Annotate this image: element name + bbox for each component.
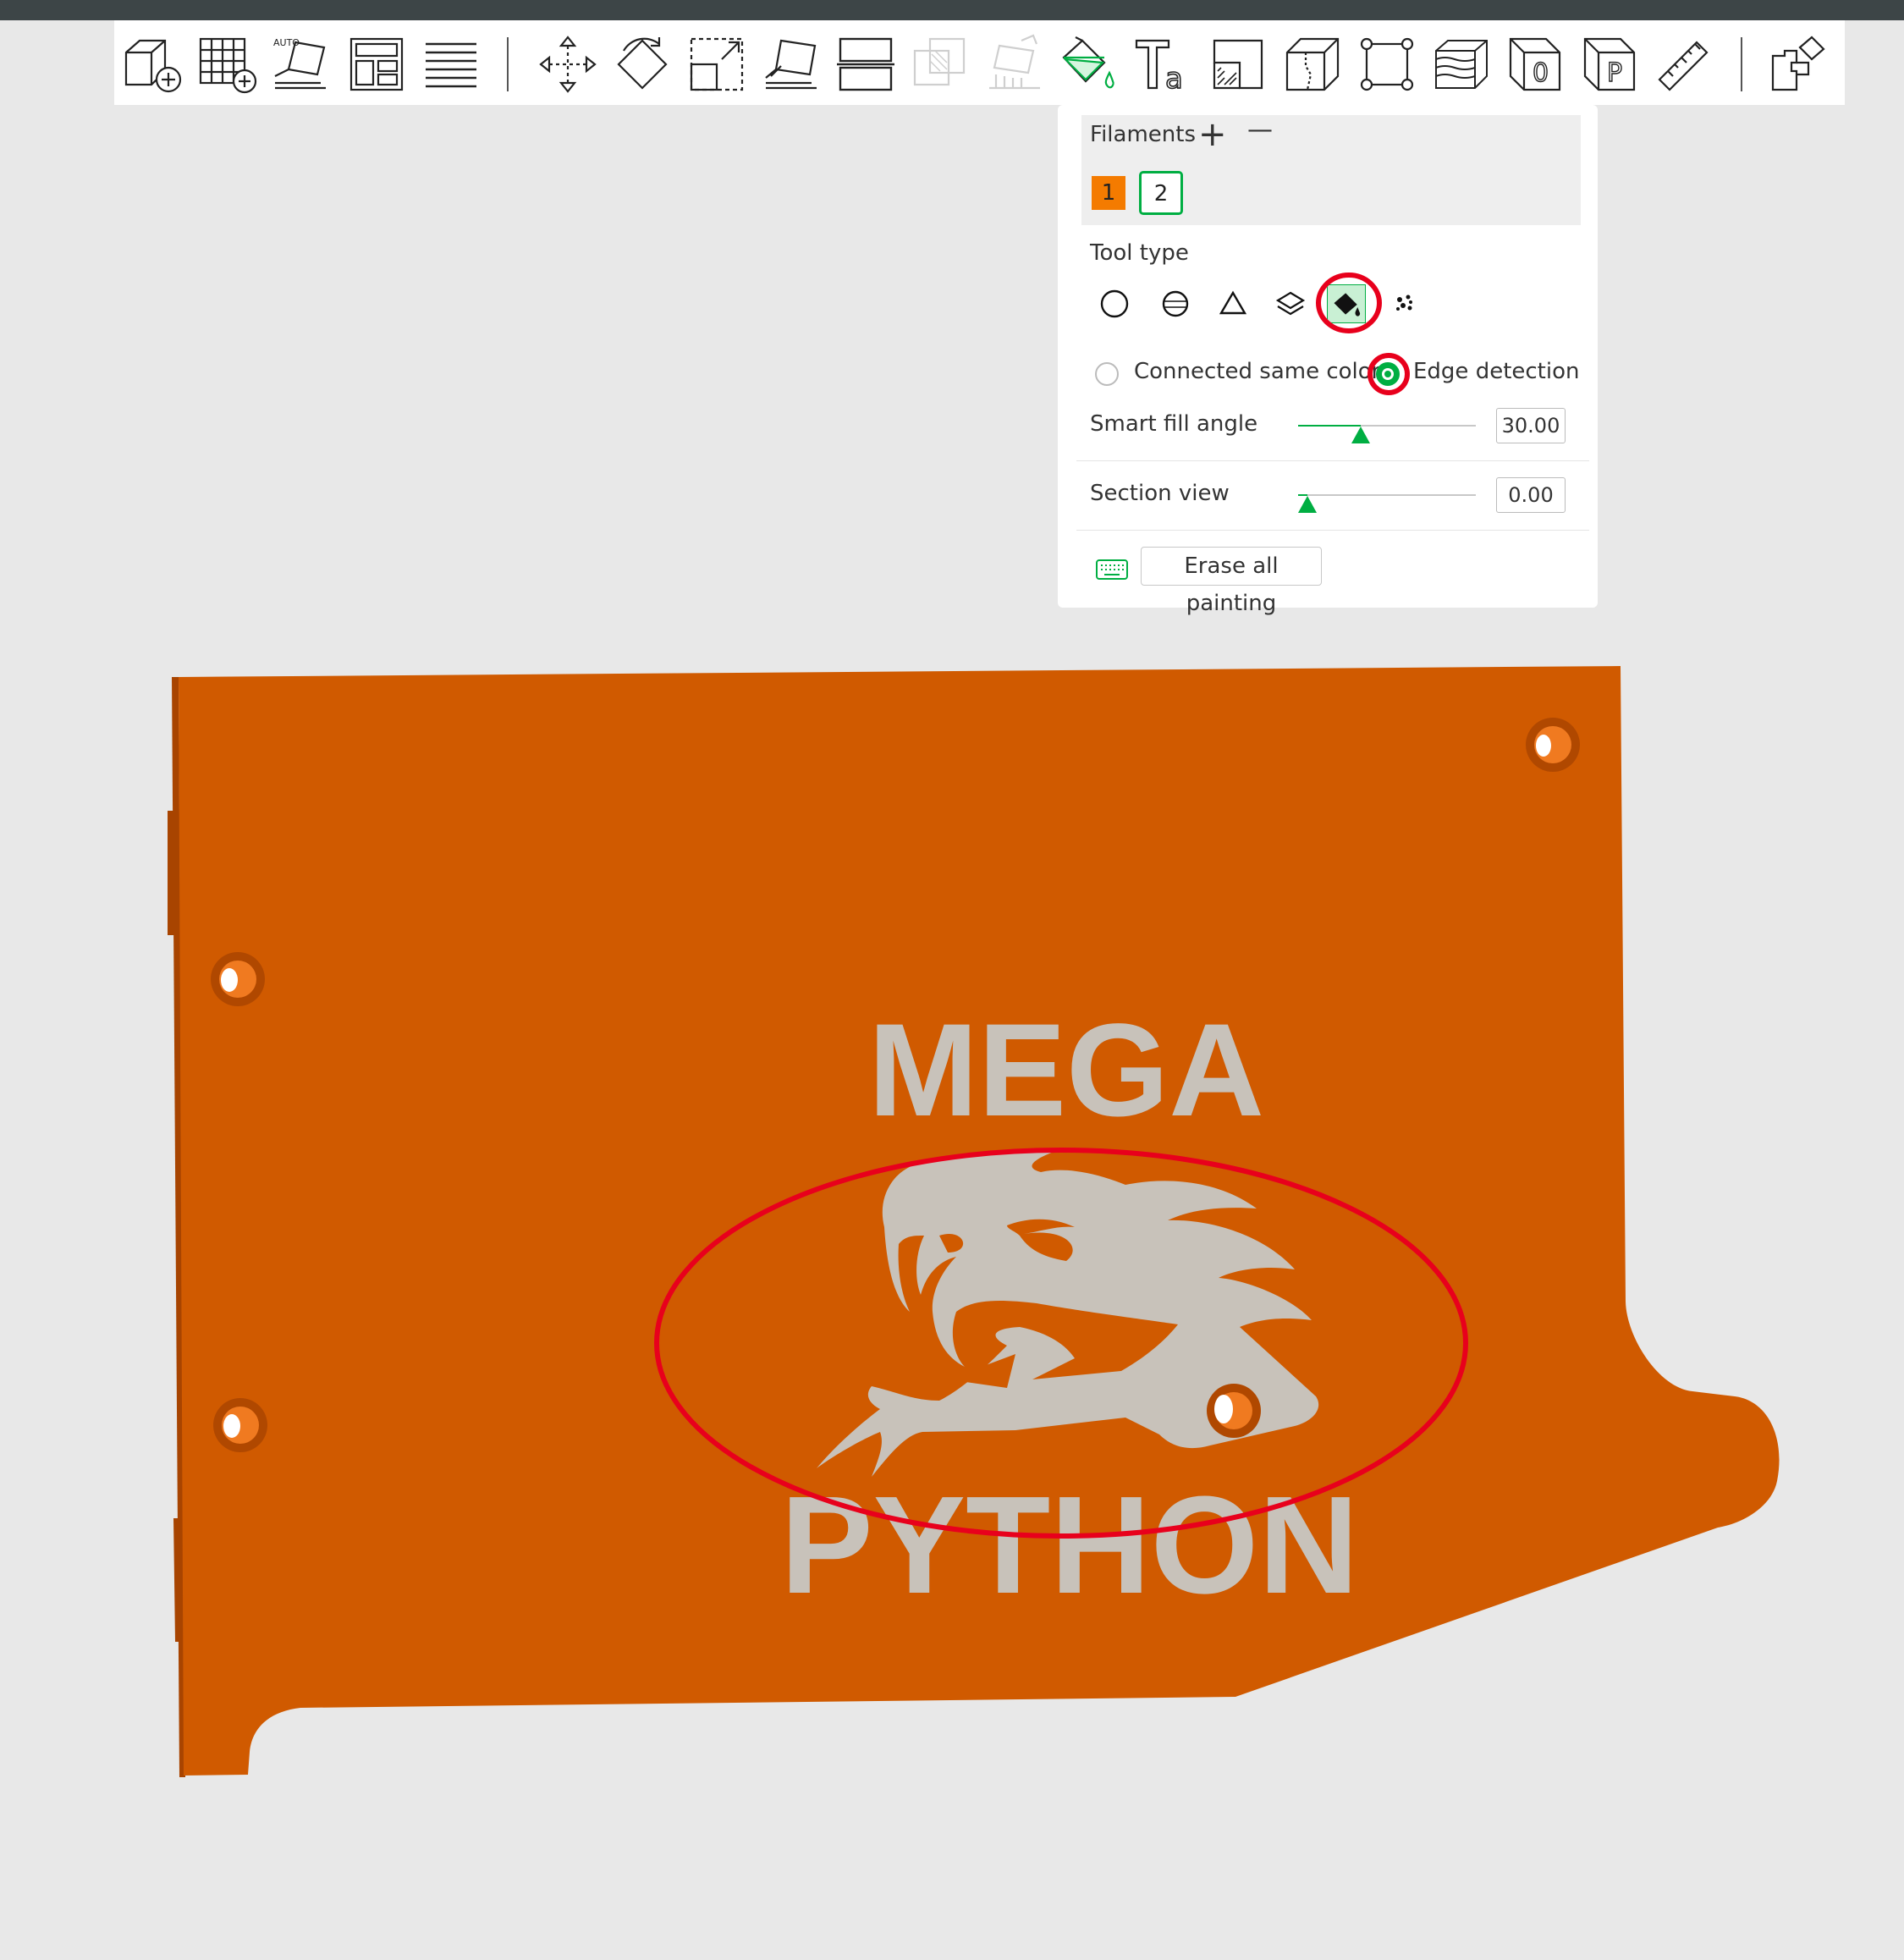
layers-list-icon[interactable] xyxy=(419,32,483,96)
cut-icon[interactable] xyxy=(834,32,898,96)
smart-fill-angle-label: Smart fill angle xyxy=(1090,411,1258,437)
paint-panel: Filaments + — 1 2 Tool type Connected sa… xyxy=(1058,105,1598,616)
svg-text:0: 0 xyxy=(1533,58,1549,88)
toolbar-separator xyxy=(1741,37,1742,91)
screw-hole xyxy=(211,952,265,1006)
triangle-tool-icon[interactable] xyxy=(1212,283,1254,325)
rotate-icon[interactable] xyxy=(610,32,674,96)
3d-viewport[interactable]: MEGA PYTHON xyxy=(0,643,1904,1957)
corner-fit-icon[interactable] xyxy=(1355,32,1419,96)
svg-text:P: P xyxy=(1607,58,1622,88)
remove-filament-button[interactable]: — xyxy=(1247,115,1273,145)
brim-icon[interactable]: P xyxy=(1578,32,1643,96)
sphere-tool-icon[interactable] xyxy=(1154,283,1197,325)
tool-type-label: Tool type xyxy=(1090,240,1189,266)
variable-layer-icon[interactable] xyxy=(1429,32,1494,96)
emboss-icon[interactable] xyxy=(1206,32,1270,96)
smart-fill-angle-slider-thumb[interactable] xyxy=(1351,427,1370,443)
boolean-icon[interactable] xyxy=(908,32,972,96)
gap-fill-icon[interactable] xyxy=(1384,283,1427,325)
add-object-icon[interactable] xyxy=(121,32,185,96)
panel-divider xyxy=(1076,460,1589,461)
fill-bucket-icon[interactable] xyxy=(1327,284,1366,323)
filament-2-swatch[interactable]: 2 xyxy=(1139,171,1183,215)
toolbar-separator xyxy=(507,37,509,91)
smart-fill-angle-input[interactable]: 30.00 xyxy=(1496,408,1566,443)
arrange-icon[interactable] xyxy=(344,32,409,96)
seam-icon[interactable]: 0 xyxy=(1504,32,1568,96)
assembly-icon[interactable] xyxy=(1280,32,1345,96)
support-paint-icon[interactable] xyxy=(982,32,1047,96)
edge-detection-radio[interactable] xyxy=(1376,362,1400,386)
keyboard-icon[interactable] xyxy=(1095,559,1129,581)
section-view-label: Section view xyxy=(1090,481,1230,506)
window-top-bar xyxy=(0,0,1904,20)
section-view-input[interactable]: 0.00 xyxy=(1496,477,1566,513)
filaments-label: Filaments xyxy=(1090,122,1196,147)
color-paint-icon[interactable] xyxy=(1057,32,1121,96)
panel-divider xyxy=(1076,530,1589,531)
scale-icon[interactable] xyxy=(685,32,749,96)
python-text: PYTHON xyxy=(780,1467,1358,1622)
mega-text: MEGA xyxy=(868,997,1264,1144)
section-view-slider-thumb[interactable] xyxy=(1297,496,1317,513)
add-filament-button[interactable]: + xyxy=(1198,115,1227,154)
section-view-slider[interactable] xyxy=(1298,494,1476,496)
screw-hole xyxy=(1207,1384,1261,1438)
radio-dot xyxy=(1382,368,1394,380)
screw-hole xyxy=(213,1398,267,1452)
erase-all-painting-button[interactable]: Erase all painting xyxy=(1141,547,1322,616)
height-range-icon[interactable] xyxy=(1269,283,1312,325)
move-icon[interactable] xyxy=(536,32,600,96)
measure-icon[interactable] xyxy=(1653,32,1717,96)
assembly-view-icon[interactable] xyxy=(1766,32,1830,96)
auto-orient-icon[interactable]: AUTO xyxy=(270,32,334,96)
add-plate-icon[interactable] xyxy=(195,32,260,96)
circle-tool-icon[interactable] xyxy=(1093,283,1136,325)
text-icon[interactable]: a xyxy=(1131,32,1196,96)
main-toolbar: AUTO a 0 P xyxy=(114,20,1845,105)
edge-detection-label: Edge detection xyxy=(1413,359,1580,384)
plate-tab xyxy=(168,811,179,935)
connected-same-color-label: Connected same color xyxy=(1134,359,1381,384)
svg-text:a: a xyxy=(1165,62,1183,96)
filament-1-swatch[interactable]: 1 xyxy=(1092,176,1125,210)
lay-on-face-icon[interactable] xyxy=(759,32,823,96)
connected-same-color-radio[interactable] xyxy=(1095,362,1119,386)
screw-hole xyxy=(1526,718,1580,772)
